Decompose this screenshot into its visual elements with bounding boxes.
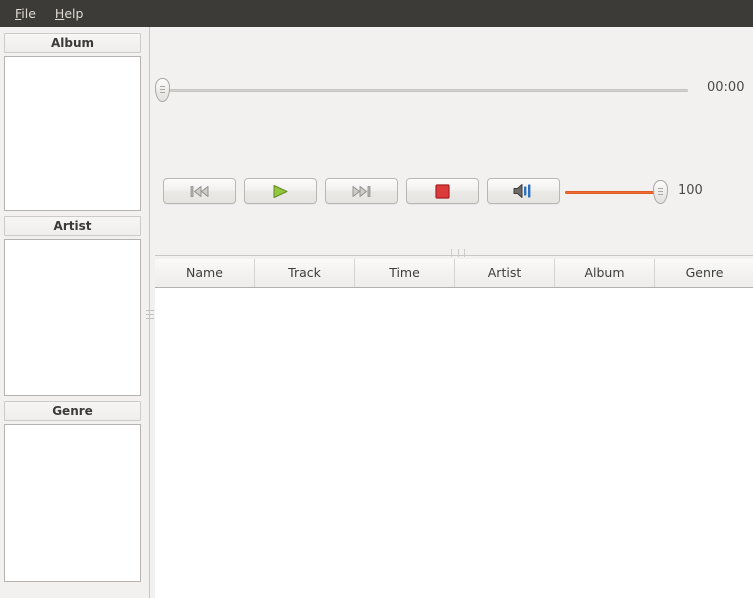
track-table: Name Track Time Artist Album Genre bbox=[155, 259, 753, 598]
menu-item-file-rest: ile bbox=[21, 6, 36, 21]
horizontal-splitter[interactable] bbox=[155, 249, 753, 259]
album-panel: Album bbox=[4, 33, 141, 211]
column-header-album[interactable]: Album bbox=[555, 259, 655, 287]
play-button[interactable] bbox=[244, 178, 317, 204]
menu-item-file[interactable]: File bbox=[7, 2, 47, 25]
transport-controls bbox=[163, 178, 568, 204]
browser-sidebar: Album Artist Genre bbox=[0, 27, 145, 598]
skip-forward-icon bbox=[352, 185, 371, 198]
player-pane: 00:00 100 bbox=[155, 27, 753, 249]
track-table-body[interactable] bbox=[155, 288, 753, 598]
volume-button[interactable] bbox=[487, 178, 560, 204]
menu-item-help-rest: elp bbox=[64, 6, 84, 21]
volume-slider[interactable] bbox=[565, 180, 675, 204]
artist-panel: Artist bbox=[4, 216, 141, 396]
horizontal-splitter-grip bbox=[451, 249, 465, 257]
volume-slider-handle[interactable] bbox=[653, 180, 668, 204]
artist-panel-header[interactable]: Artist bbox=[4, 216, 141, 236]
menu-item-help-accel: H bbox=[54, 6, 65, 21]
stop-button[interactable] bbox=[406, 178, 479, 204]
volume-slider-fill bbox=[565, 191, 660, 194]
volume-row: 100 bbox=[565, 180, 703, 204]
vertical-splitter[interactable] bbox=[145, 27, 155, 598]
next-button[interactable] bbox=[325, 178, 398, 204]
column-header-artist[interactable]: Artist bbox=[455, 259, 555, 287]
genre-list[interactable] bbox=[4, 424, 141, 582]
elapsed-time-label: 00:00 bbox=[707, 80, 745, 95]
seek-row: 00:00 bbox=[155, 77, 753, 103]
play-icon bbox=[272, 184, 289, 199]
menu-bar: File Help bbox=[0, 0, 753, 27]
column-header-genre[interactable]: Genre bbox=[655, 259, 753, 287]
seek-slider-handle[interactable] bbox=[155, 78, 170, 102]
artist-list[interactable] bbox=[4, 239, 141, 396]
column-header-track[interactable]: Track bbox=[255, 259, 355, 287]
menu-item-help[interactable]: Help bbox=[47, 2, 95, 25]
seek-slider[interactable] bbox=[155, 78, 703, 102]
skip-backward-icon bbox=[190, 185, 209, 198]
album-list[interactable] bbox=[4, 56, 141, 211]
track-table-header: Name Track Time Artist Album Genre bbox=[155, 259, 753, 288]
genre-panel: Genre bbox=[4, 401, 141, 582]
vertical-splitter-grip bbox=[146, 310, 154, 324]
stop-icon bbox=[435, 183, 450, 199]
application-window: File Help Album Artist Genre 00:00 100 N… bbox=[0, 0, 753, 598]
seek-slider-track bbox=[155, 89, 688, 92]
column-header-name[interactable]: Name bbox=[155, 259, 255, 287]
album-panel-header[interactable]: Album bbox=[4, 33, 141, 53]
previous-button[interactable] bbox=[163, 178, 236, 204]
genre-panel-header[interactable]: Genre bbox=[4, 401, 141, 421]
column-header-time[interactable]: Time bbox=[355, 259, 455, 287]
volume-value-label: 100 bbox=[678, 183, 703, 198]
speaker-icon bbox=[513, 183, 535, 199]
